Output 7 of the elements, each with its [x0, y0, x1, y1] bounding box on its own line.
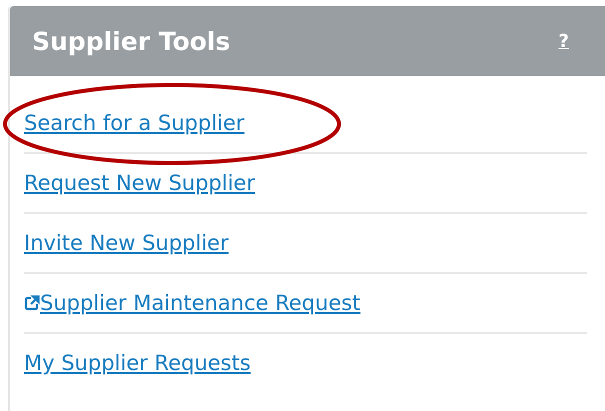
help-link[interactable]: ? — [558, 30, 569, 52]
supplier-link[interactable]: Supplier Maintenance Request — [40, 291, 360, 315]
supplier-link[interactable]: Request New Supplier — [24, 171, 255, 195]
supplier-link[interactable]: Invite New Supplier — [24, 231, 229, 255]
panel-title: Supplier Tools — [32, 26, 230, 56]
supplier-link[interactable]: Search for a Supplier — [24, 111, 244, 135]
supplier-link[interactable]: My Supplier Requests — [24, 351, 251, 375]
